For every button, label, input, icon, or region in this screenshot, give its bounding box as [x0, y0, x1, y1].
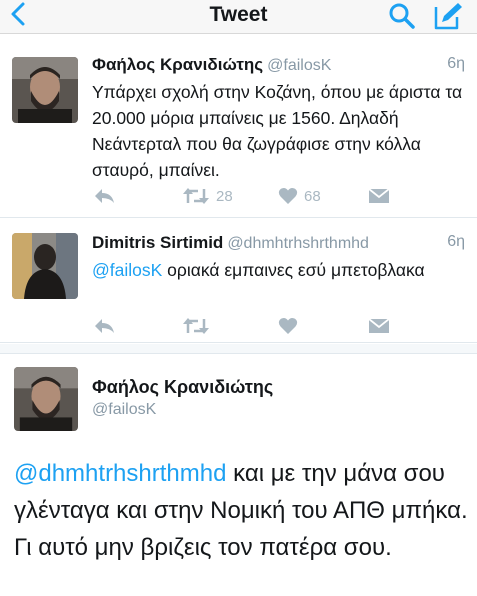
tweet-body: οριακά εμπαινες εσύ μπετοβλακα [162, 260, 425, 280]
retweet-icon [183, 318, 209, 334]
like-button[interactable]: 68 [278, 184, 321, 208]
heart-icon [278, 317, 298, 334]
timestamp: 6η [447, 233, 465, 250]
nav-bar: Tweet [0, 0, 477, 34]
heart-icon [278, 187, 298, 204]
tweet-header: Dimitris Sirtimid @dhmhtrhshrthmhd 6η [92, 233, 465, 253]
avatar[interactable] [14, 367, 78, 431]
retweet-button[interactable]: 28 [182, 184, 233, 208]
user-handle[interactable]: @dhmhtrhshrthmhd [227, 235, 369, 252]
user-name[interactable]: Φαήλος Κρανιδιώτης [92, 377, 273, 398]
reply-icon [95, 319, 114, 333]
like-button[interactable] [278, 314, 298, 338]
retweet-icon [183, 188, 209, 204]
tweet-text: Υπάρχει σχολή στην Κοζάνη, όπου με άριστ… [92, 82, 463, 180]
tweet-text: @dhmhtrhshrthmhd και με την μάνα σου γλέ… [14, 455, 474, 566]
mention-link[interactable]: @failosK [92, 260, 162, 280]
tweet-actions: 28 68 [92, 184, 392, 208]
search-icon [389, 3, 415, 29]
user-name[interactable]: Dimitris Sirtimid [92, 233, 223, 252]
avatar[interactable] [12, 57, 78, 123]
focused-tweet: Φαήλος Κρανιδιώτης @failosK @dhmhtrhshrt… [0, 355, 477, 596]
avatar[interactable] [12, 233, 78, 299]
user-handle[interactable]: @failosK [92, 401, 156, 419]
dm-button[interactable] [368, 314, 390, 338]
reply-icon [95, 189, 114, 203]
tweet-text: @failosK οριακά εμπαινες εσύ μπετοβλακα [92, 257, 472, 283]
user-name[interactable]: Φαήλος Κρανιδιώτης [92, 55, 263, 74]
user-handle[interactable]: @failosK [267, 57, 331, 74]
compose-button[interactable] [432, 1, 464, 31]
mention-link[interactable]: @dhmhtrhshrthmhd [14, 460, 226, 487]
divider [0, 344, 477, 354]
timestamp: 6η [447, 55, 465, 72]
reply-button[interactable] [92, 184, 116, 208]
retweet-count: 28 [216, 187, 233, 205]
dm-button[interactable] [368, 184, 390, 208]
retweet-button[interactable] [182, 314, 210, 338]
tweet-actions [92, 314, 392, 338]
envelope-icon [368, 188, 390, 203]
tweet-item[interactable]: Dimitris Sirtimid @dhmhtrhshrthmhd 6η @fa… [0, 219, 477, 343]
compose-icon [434, 3, 462, 30]
reply-button[interactable] [92, 314, 116, 338]
search-button[interactable] [388, 2, 416, 30]
tweet-header: Φαήλος Κρανιδιώτης @failosK 6η [92, 55, 465, 75]
tweet-item[interactable]: Φαήλος Κρανιδιώτης @failosK 6η Υπάρχει σχ… [0, 35, 477, 218]
like-count: 68 [304, 187, 321, 205]
envelope-icon [368, 318, 390, 333]
